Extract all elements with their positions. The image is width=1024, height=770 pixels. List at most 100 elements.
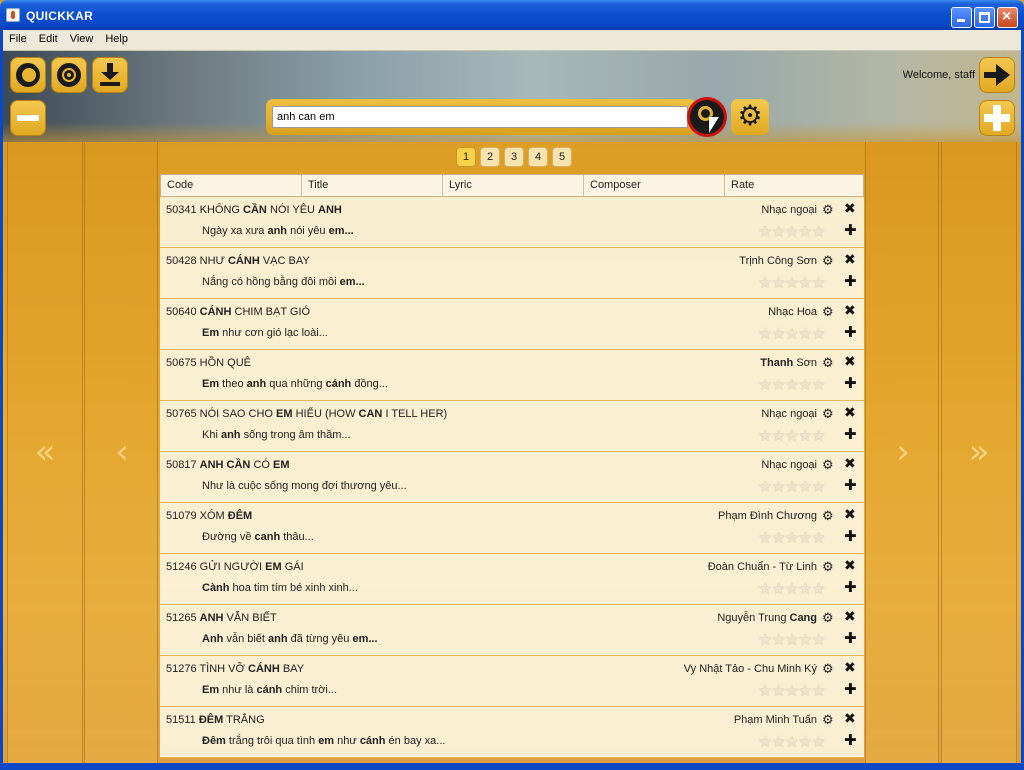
star-rating[interactable]: ★★★★★: [758, 273, 826, 293]
close-icon[interactable]: ✖: [844, 353, 856, 370]
search-button[interactable]: [687, 97, 727, 137]
search-input[interactable]: [272, 106, 688, 128]
table-row[interactable]: 51246 GỬI NGƯỜI EM GÁI Cành hoa tim tím b…: [160, 554, 864, 605]
table-row[interactable]: 50428 NHƯ CÁNH VẠC BAY Nắng có hồng bằng …: [160, 248, 864, 299]
star-icon[interactable]: ★: [785, 530, 799, 547]
plus-icon[interactable]: ✚: [844, 578, 857, 596]
star-icon[interactable]: ★: [811, 428, 825, 445]
star-icon[interactable]: ★: [771, 479, 785, 496]
page-button[interactable]: 4: [528, 147, 548, 167]
close-icon[interactable]: ✖: [844, 404, 856, 421]
star-rating[interactable]: ★★★★★: [758, 630, 826, 650]
star-rating[interactable]: ★★★★★: [758, 375, 826, 395]
star-icon[interactable]: ★: [785, 275, 799, 292]
maximize-button[interactable]: [974, 7, 995, 28]
star-icon[interactable]: ★: [758, 530, 772, 547]
table-row[interactable]: 51265 ANH VẪN BIẾT Anh vẫn biết anh đã từ…: [160, 605, 864, 656]
star-icon[interactable]: ★: [798, 326, 812, 343]
star-icon[interactable]: ★: [811, 530, 825, 547]
close-icon[interactable]: ✖: [844, 557, 856, 574]
star-icon[interactable]: ★: [811, 224, 825, 241]
plus-icon[interactable]: ✚: [844, 476, 857, 494]
column-header-title[interactable]: Title: [302, 175, 443, 196]
chevron-right-icon[interactable]: ›: [865, 432, 941, 472]
page-button[interactable]: 3: [504, 147, 524, 167]
close-icon[interactable]: ✖: [844, 506, 856, 523]
star-icon[interactable]: ★: [798, 581, 812, 598]
table-row[interactable]: 50675 HỒN QUÊ Em theo anh qua những cánh …: [160, 350, 864, 401]
column-header-lyric[interactable]: Lyric: [443, 175, 584, 196]
star-icon[interactable]: ★: [771, 275, 785, 292]
close-icon[interactable]: ✖: [844, 710, 856, 727]
gear-icon[interactable]: ⚙: [822, 559, 834, 575]
gear-icon[interactable]: ⚙: [822, 304, 834, 320]
close-icon[interactable]: ✖: [844, 608, 856, 625]
star-icon[interactable]: ★: [785, 683, 799, 700]
star-icon[interactable]: ★: [811, 734, 825, 751]
table-row[interactable]: 51511 ĐÊM TRẮNG Đêm trắng trôi qua tình e…: [160, 707, 864, 758]
column-header-code[interactable]: Code: [161, 175, 302, 196]
star-icon[interactable]: ★: [811, 632, 825, 649]
star-icon[interactable]: ★: [771, 530, 785, 547]
star-icon[interactable]: ★: [798, 428, 812, 445]
star-icon[interactable]: ★: [771, 428, 785, 445]
plus-icon[interactable]: ✚: [844, 680, 857, 698]
star-icon[interactable]: ★: [758, 224, 772, 241]
chevron-left-icon[interactable]: ‹: [84, 432, 160, 472]
gear-icon[interactable]: ⚙: [822, 406, 834, 422]
star-icon[interactable]: ★: [798, 632, 812, 649]
add-button[interactable]: [979, 100, 1015, 136]
gear-icon[interactable]: ⚙: [822, 610, 834, 626]
star-icon[interactable]: ★: [771, 581, 785, 598]
logout-arrow-button[interactable]: [979, 57, 1015, 93]
close-icon[interactable]: ✖: [844, 200, 856, 217]
star-rating[interactable]: ★★★★★: [758, 732, 826, 752]
plus-icon[interactable]: ✚: [844, 374, 857, 392]
remove-button[interactable]: [10, 100, 46, 136]
table-row[interactable]: 50341 KHÔNG CẦN NÓI YÊU ANH Ngày xa xưa a…: [160, 197, 864, 248]
menu-file[interactable]: File: [3, 30, 33, 45]
star-icon[interactable]: ★: [758, 275, 772, 292]
close-icon[interactable]: ✖: [844, 455, 856, 472]
star-icon[interactable]: ★: [785, 224, 799, 241]
close-icon[interactable]: ✖: [844, 251, 856, 268]
page-button[interactable]: 2: [480, 147, 500, 167]
star-rating[interactable]: ★★★★★: [758, 528, 826, 548]
star-icon[interactable]: ★: [771, 377, 785, 394]
star-icon[interactable]: ★: [758, 683, 772, 700]
star-icon[interactable]: ★: [758, 581, 772, 598]
disc-button[interactable]: [51, 57, 87, 93]
star-icon[interactable]: ★: [785, 734, 799, 751]
star-rating[interactable]: ★★★★★: [758, 324, 826, 344]
double-chevron-left-icon[interactable]: «: [7, 432, 83, 472]
close-window-button[interactable]: ×: [997, 7, 1018, 28]
star-icon[interactable]: ★: [771, 326, 785, 343]
star-icon[interactable]: ★: [771, 734, 785, 751]
star-icon[interactable]: ★: [758, 734, 772, 751]
table-row[interactable]: 51276 TÌNH VỠ CÁNH BAY Em như là cánh chi…: [160, 656, 864, 707]
plus-icon[interactable]: ✚: [844, 272, 857, 290]
night-mode-button[interactable]: [10, 57, 46, 93]
plus-icon[interactable]: ✚: [844, 527, 857, 545]
star-icon[interactable]: ★: [771, 683, 785, 700]
star-icon[interactable]: ★: [785, 632, 799, 649]
star-icon[interactable]: ★: [771, 224, 785, 241]
menu-edit[interactable]: Edit: [33, 30, 64, 45]
star-icon[interactable]: ★: [811, 581, 825, 598]
star-icon[interactable]: ★: [785, 479, 799, 496]
star-icon[interactable]: ★: [811, 326, 825, 343]
star-icon[interactable]: ★: [798, 275, 812, 292]
star-rating[interactable]: ★★★★★: [758, 579, 826, 599]
star-icon[interactable]: ★: [785, 377, 799, 394]
gear-icon[interactable]: ⚙: [822, 661, 834, 677]
star-icon[interactable]: ★: [758, 479, 772, 496]
plus-icon[interactable]: ✚: [844, 323, 857, 341]
search-settings-button[interactable]: ⚙: [731, 99, 769, 135]
table-row[interactable]: 50817 ANH CẦN CÓ EM Như là cuộc sống mong…: [160, 452, 864, 503]
plus-icon[interactable]: ✚: [844, 425, 857, 443]
page-button[interactable]: 1: [456, 147, 476, 167]
menu-help[interactable]: Help: [99, 30, 134, 45]
star-icon[interactable]: ★: [811, 275, 825, 292]
gear-icon[interactable]: ⚙: [822, 508, 834, 524]
star-icon[interactable]: ★: [785, 326, 799, 343]
